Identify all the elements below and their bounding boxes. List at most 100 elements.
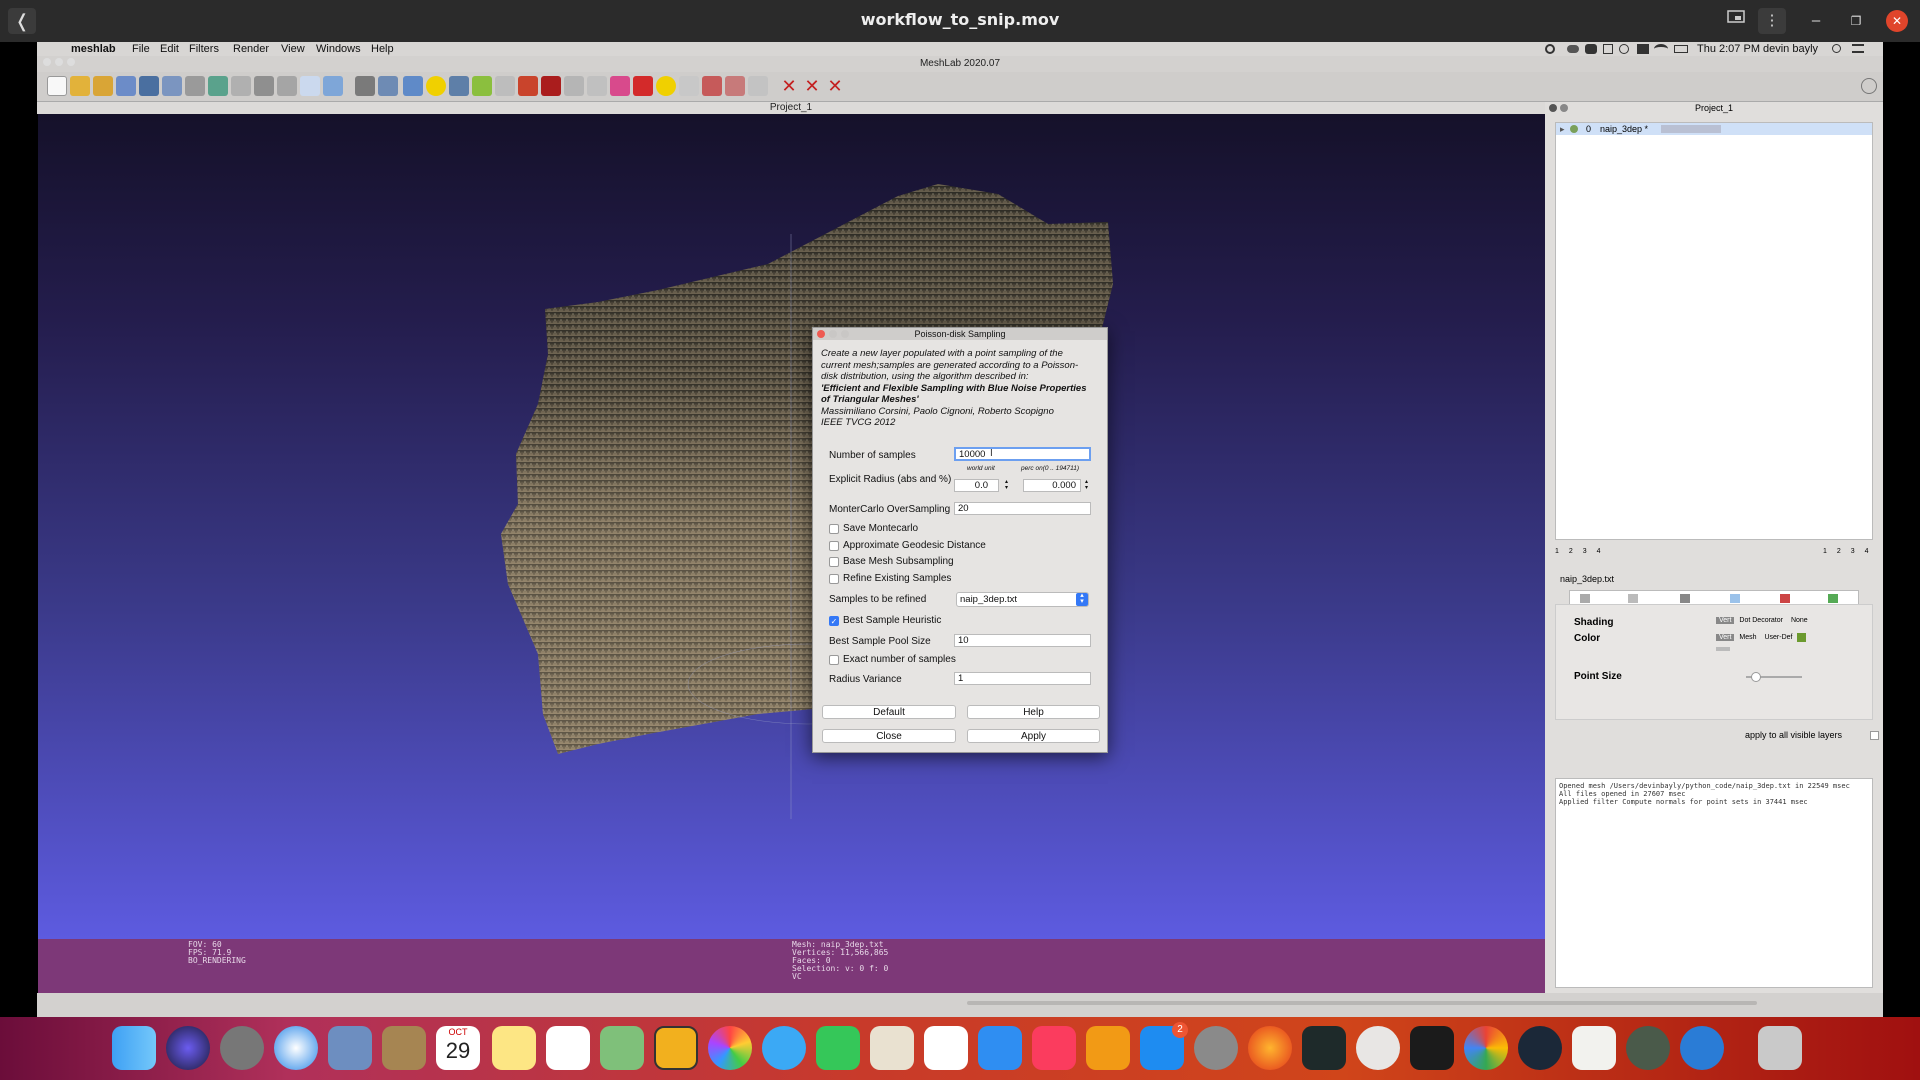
launchpad-icon[interactable] bbox=[220, 1026, 264, 1070]
radius-perc-stepper[interactable]: ▴ ▾ bbox=[1085, 479, 1088, 491]
siri-icon[interactable] bbox=[166, 1026, 210, 1070]
paint-icon[interactable] bbox=[472, 76, 492, 96]
layer-visible-icon[interactable] bbox=[1570, 125, 1578, 133]
apply-all-checkbox[interactable] bbox=[1870, 731, 1879, 740]
record-status-icon[interactable] bbox=[1545, 44, 1555, 54]
measure-icon[interactable] bbox=[449, 76, 469, 96]
refine-samples-checkbox[interactable] bbox=[829, 574, 839, 584]
obs-icon[interactable] bbox=[1356, 1026, 1400, 1070]
trash-icon[interactable] bbox=[1758, 1026, 1802, 1070]
layer-toggle-icons[interactable] bbox=[1661, 125, 1721, 133]
smooth-icon[interactable] bbox=[323, 76, 343, 96]
app-store-icon[interactable]: 2 bbox=[1140, 1022, 1188, 1070]
menubar-clock[interactable]: Thu 2:07 PM bbox=[1697, 42, 1760, 56]
window-close-icon[interactable] bbox=[43, 58, 51, 66]
dialog-close-icon[interactable] bbox=[817, 330, 825, 338]
default-button[interactable]: Default bbox=[822, 705, 956, 719]
app-menu[interactable]: meshlab bbox=[71, 42, 116, 56]
radius-abs-stepper[interactable]: ▴ ▾ bbox=[1005, 479, 1008, 491]
radius-abs-input[interactable]: 0.0 bbox=[954, 479, 999, 492]
export-mesh-icon[interactable] bbox=[139, 76, 159, 96]
menu-file[interactable]: File bbox=[132, 42, 150, 56]
battery-icon[interactable] bbox=[1674, 45, 1688, 53]
tab-wire-icon[interactable] bbox=[1680, 594, 1690, 603]
brush-icon[interactable] bbox=[518, 76, 538, 96]
creative-cloud-icon[interactable] bbox=[1585, 44, 1597, 54]
manipulator-icon[interactable] bbox=[587, 76, 607, 96]
shading-none-option[interactable]: None bbox=[1788, 617, 1811, 624]
color-swatch[interactable] bbox=[1797, 633, 1807, 642]
notes-icon[interactable] bbox=[492, 1026, 536, 1070]
spotlight-search-icon[interactable] bbox=[1832, 44, 1841, 53]
radius-variance-input[interactable]: 1 bbox=[954, 672, 1091, 685]
radius-perc-input[interactable]: 0.000 bbox=[1023, 479, 1081, 492]
pager-right-4[interactable]: 4 bbox=[1865, 548, 1869, 555]
terminal-icon[interactable] bbox=[1410, 1026, 1454, 1070]
reminders-icon[interactable] bbox=[546, 1026, 590, 1070]
hidden-lines-icon[interactable] bbox=[254, 76, 274, 96]
menu-view[interactable]: View bbox=[281, 42, 305, 56]
flat-lines-icon[interactable] bbox=[277, 76, 297, 96]
quicktime-icon[interactable] bbox=[1680, 1026, 1724, 1070]
tab-options-icon[interactable] bbox=[1828, 594, 1838, 603]
minimize-button[interactable]: – bbox=[1802, 8, 1830, 34]
books-icon[interactable] bbox=[1086, 1026, 1130, 1070]
cast-icon[interactable] bbox=[1722, 8, 1750, 34]
reload-icon[interactable] bbox=[116, 76, 136, 96]
menubar-user[interactable]: devin bayly bbox=[1763, 42, 1818, 56]
safari-icon[interactable] bbox=[274, 1026, 318, 1070]
back-button[interactable]: ❬ bbox=[8, 8, 36, 34]
new-project-icon[interactable] bbox=[47, 76, 67, 96]
color-small-button[interactable] bbox=[1716, 647, 1730, 651]
menu-windows[interactable]: Windows bbox=[316, 42, 361, 56]
color-mesh-option[interactable]: Mesh bbox=[1736, 634, 1759, 641]
pager-right-3[interactable]: 3 bbox=[1851, 548, 1855, 555]
points-icon[interactable] bbox=[208, 76, 228, 96]
messages-icon[interactable] bbox=[762, 1026, 806, 1070]
menu-edit[interactable]: Edit bbox=[160, 42, 179, 56]
menu-render[interactable]: Render bbox=[233, 42, 269, 56]
tab-bbox-icon[interactable] bbox=[1580, 594, 1590, 603]
flat-icon[interactable] bbox=[300, 76, 320, 96]
color-userdef-option[interactable]: User-Def bbox=[1761, 634, 1795, 641]
select-vertices-icon[interactable] bbox=[403, 76, 423, 96]
montecarlo-input[interactable]: 20 bbox=[954, 502, 1091, 515]
annotate-icon[interactable] bbox=[426, 76, 446, 96]
chevron-updown-icon[interactable]: ▴ ▾ bbox=[1076, 592, 1088, 606]
select-z-icon[interactable] bbox=[748, 76, 768, 96]
wifi-icon[interactable] bbox=[1654, 44, 1668, 54]
eye-app-icon[interactable] bbox=[1626, 1026, 1670, 1070]
textedit-icon[interactable] bbox=[1572, 1026, 1616, 1070]
best-heuristic-checkbox[interactable]: ✓ bbox=[829, 616, 839, 626]
dialog-minimize-icon[interactable] bbox=[829, 330, 837, 338]
selection-rect-icon[interactable] bbox=[679, 76, 699, 96]
preview-icon[interactable] bbox=[328, 1026, 372, 1070]
pager-left-1[interactable]: 1 bbox=[1555, 548, 1559, 555]
panel-float-icon[interactable] bbox=[1560, 104, 1568, 112]
delete-vertices-icon[interactable]: ✕ bbox=[779, 76, 799, 96]
system-preferences-icon[interactable] bbox=[1194, 1026, 1238, 1070]
wireframe-icon[interactable] bbox=[231, 76, 251, 96]
tab-solid-icon[interactable] bbox=[1730, 594, 1740, 603]
chrome-icon[interactable] bbox=[1464, 1026, 1508, 1070]
layer-list[interactable]: ▸ 0 naip_3dep * bbox=[1555, 122, 1873, 540]
maps-icon[interactable] bbox=[600, 1026, 644, 1070]
layer-expand-icon[interactable]: ▸ bbox=[1560, 123, 1565, 135]
layers-icon[interactable] bbox=[355, 76, 375, 96]
3d-viewport[interactable] bbox=[38, 114, 1545, 939]
slider-handle[interactable] bbox=[1751, 672, 1761, 682]
bounding-box-icon[interactable] bbox=[185, 76, 205, 96]
pager-left-4[interactable]: 4 bbox=[1597, 548, 1601, 555]
layer-row[interactable]: ▸ 0 naip_3dep * bbox=[1556, 123, 1872, 135]
finder-icon[interactable] bbox=[112, 1026, 156, 1070]
maximize-button[interactable]: ❐ bbox=[1842, 8, 1870, 34]
pool-size-input[interactable]: 10 bbox=[954, 634, 1091, 647]
layer-name[interactable]: naip_3dep * bbox=[1600, 123, 1648, 135]
pager-left-3[interactable]: 3 bbox=[1583, 548, 1587, 555]
more-menu-icon[interactable]: ⋮ bbox=[1758, 8, 1786, 34]
cloud-icon[interactable] bbox=[1567, 45, 1579, 53]
search-icon[interactable] bbox=[1861, 78, 1877, 94]
open-project-icon[interactable] bbox=[70, 76, 90, 96]
horizontal-scrollbar[interactable] bbox=[967, 1001, 1757, 1005]
window-zoom-icon[interactable] bbox=[67, 58, 75, 66]
